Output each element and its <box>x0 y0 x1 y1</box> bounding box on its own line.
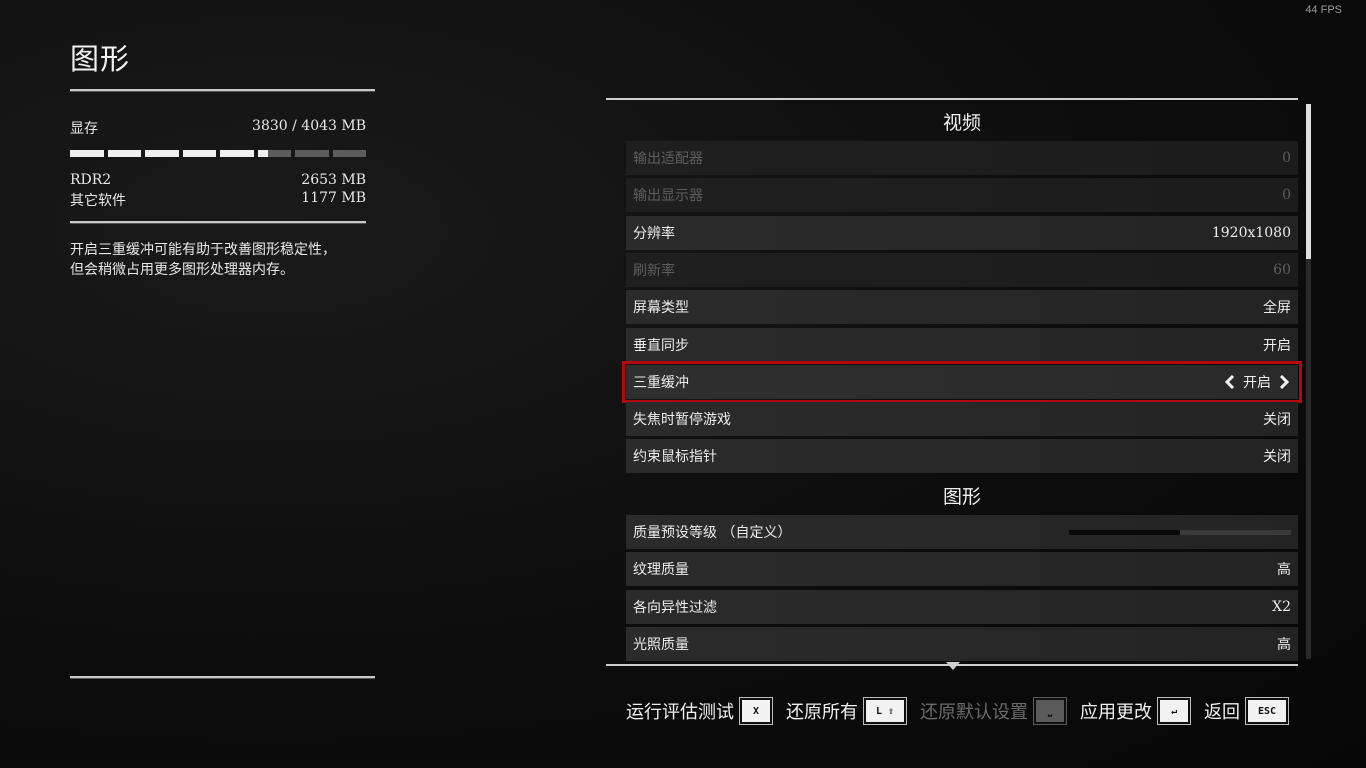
vram-segment <box>182 150 216 157</box>
option-label: 屏幕类型 <box>633 300 689 317</box>
divider <box>70 221 366 223</box>
footer-button-3: 还原默认设置 ⎵ <box>920 697 1067 725</box>
vram-segment <box>107 150 141 157</box>
quality-preset-slider[interactable] <box>1069 529 1291 535</box>
option-value: 高 <box>1277 562 1291 579</box>
usage-value: 1177 MB <box>301 190 366 206</box>
option-label: 输出显示器 <box>633 188 703 205</box>
vram-total: / 4043 <box>292 118 337 134</box>
option-label: 刷新率 <box>633 262 675 279</box>
option-row-1: 输出适配器 0 <box>626 141 1298 175</box>
option-value-text: 开启 <box>1243 374 1271 391</box>
option-label: 输出适配器 <box>633 151 703 167</box>
section-header-graphics: 图形 <box>942 486 981 508</box>
graphics-settings-screen: 44 FPS 图形 显存 3830 / 4043 MB RDR2 2653 MB… <box>0 0 1366 768</box>
vram-segment <box>145 150 179 157</box>
settings-menu: 视频 输出适配器 0 输出显示器 0 分辨率 1920x1080 刷新率 60 屏幕类型 全屏垂直… <box>606 98 1311 670</box>
fps-counter: 44 FPS <box>1305 4 1342 16</box>
usage-row-rdr2: RDR2 2653 MB <box>70 172 366 188</box>
option-row-6[interactable]: 垂直同步 开启 <box>626 327 1298 362</box>
option-row-3[interactable]: 分辨率 1920x1080 <box>626 215 1298 250</box>
option-value: 0 <box>1282 150 1291 166</box>
option-label: 纹理质量 <box>633 562 689 579</box>
vram-usage-bar <box>70 150 366 157</box>
keyboard-key-icon: ESC <box>1245 697 1289 725</box>
usage-row-other: 其它软件 1177 MB <box>70 190 366 210</box>
option-value: 全屏 <box>1263 300 1291 317</box>
footer-button-4[interactable]: 应用更改 ↵ <box>1080 697 1191 725</box>
usage-label: RDR2 <box>70 172 112 188</box>
footer-button-2[interactable]: 还原所有 L ⇧ <box>786 697 907 725</box>
usage-label: 其它软件 <box>70 193 126 209</box>
vram-segment <box>295 150 329 157</box>
chevron-left-icon[interactable] <box>1223 374 1237 389</box>
vram-segment <box>220 150 254 157</box>
option-row-4: 刷新率 60 <box>626 252 1298 287</box>
vram-used: 3830 <box>252 118 288 134</box>
keyboard-key-icon: X <box>739 697 773 725</box>
option-row-4[interactable]: 光照质量 高 <box>626 626 1298 661</box>
option-label: 垂直同步 <box>633 337 689 354</box>
keyboard-key-icon: ⎵ <box>1033 697 1067 725</box>
option-row-7[interactable]: 三重缓冲 开启 <box>622 360 1302 403</box>
vram-segment <box>257 150 291 157</box>
option-value: 高 <box>1277 636 1291 653</box>
vram-label: 显存 <box>70 121 98 137</box>
option-value: X2 <box>1272 598 1291 615</box>
footer-button-1[interactable]: 运行评估测试 X <box>626 697 773 725</box>
option-label: 分辨率 <box>633 225 675 242</box>
footer-button-5[interactable]: 返回 ESC <box>1204 697 1289 725</box>
divider <box>70 89 375 91</box>
usage-value: 2653 MB <box>301 172 366 188</box>
footer-button-label: 运行评估测试 <box>626 702 734 723</box>
option-label: 质量预设等级 （自定义） <box>633 525 792 541</box>
section-header-video: 视频 <box>942 112 981 134</box>
vram-segment <box>332 150 366 157</box>
scroll-down-indicator-icon <box>946 662 960 670</box>
option-row-3[interactable]: 各向异性过滤 X2 <box>626 589 1298 624</box>
vram-segment <box>70 150 104 157</box>
menu-top-rule <box>606 98 1298 100</box>
option-row-8[interactable]: 失焦时暂停游戏 关闭 <box>626 402 1298 437</box>
option-value: 开启 <box>1263 337 1291 354</box>
keyboard-key-icon: L ⇧ <box>863 697 907 725</box>
option-value: 60 <box>1273 261 1291 278</box>
option-label: 三重缓冲 <box>633 374 689 391</box>
keyboard-key-icon: ↵ <box>1157 697 1191 725</box>
option-label: 失焦时暂停游戏 <box>633 412 731 429</box>
option-row-2[interactable]: 纹理质量 高 <box>626 552 1298 587</box>
vram-unit: MB <box>341 118 366 134</box>
option-row-5[interactable]: 屏幕类型 全屏 <box>626 290 1298 325</box>
option-value: 关闭 <box>1263 449 1291 466</box>
vram-values: 3830 / 4043 MB <box>252 118 366 138</box>
option-value: 0 <box>1282 187 1291 204</box>
page-title: 图形 <box>70 42 131 76</box>
option-value <box>1069 529 1291 535</box>
setting-description: 开启三重缓冲可能有助于改善图形稳定性， 但会稍微占用更多图形处理器内存。 <box>70 242 336 278</box>
option-label: 约束鼠标指针 <box>633 449 717 466</box>
slider-fill <box>1069 529 1180 535</box>
footer-button-label: 还原所有 <box>786 702 858 723</box>
divider <box>70 676 375 678</box>
footer-button-label: 还原默认设置 <box>920 702 1028 723</box>
vram-row: 显存 3830 / 4043 MB <box>70 118 366 138</box>
option-label: 光照质量 <box>633 636 689 653</box>
footer-actions: 运行评估测试 X 还原所有 L ⇧ 还原默认设置 ⎵ 应用更改 ↵ 返回 ESC <box>626 697 1289 725</box>
footer-button-label: 应用更改 <box>1080 702 1152 723</box>
chevron-right-icon[interactable] <box>1277 374 1291 389</box>
option-value: 开启 <box>1223 372 1291 392</box>
option-value: 1920x1080 <box>1211 224 1291 241</box>
option-row-2: 输出显示器 0 <box>626 178 1298 213</box>
option-value: 关闭 <box>1263 412 1291 429</box>
option-label: 各向异性过滤 <box>633 599 717 616</box>
option-row-1[interactable]: 质量预设等级 （自定义） <box>626 515 1298 549</box>
footer-button-label: 返回 <box>1204 702 1240 723</box>
option-row-9[interactable]: 约束鼠标指针 关闭 <box>626 439 1298 474</box>
